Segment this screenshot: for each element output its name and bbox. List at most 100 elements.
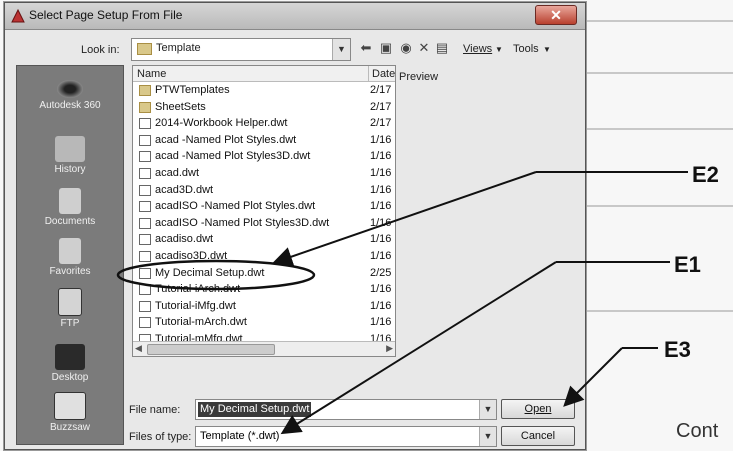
file-date: 1/16 bbox=[370, 283, 392, 296]
file-row[interactable]: acad -Named Plot Styles3D.dwt 1/16 bbox=[133, 148, 395, 165]
file-date: 2/17 bbox=[370, 100, 392, 113]
dwt-file-icon bbox=[139, 251, 151, 262]
file-date: 1/16 bbox=[370, 133, 392, 146]
file-date: 2/17 bbox=[370, 84, 392, 96]
file-name: acad.dwt bbox=[155, 167, 200, 179]
file-row[interactable]: Tutorial-iMfg.dwt 1/16 bbox=[133, 298, 395, 315]
up-folder-icon[interactable]: ▣ bbox=[377, 40, 395, 56]
dwt-file-icon bbox=[139, 267, 151, 279]
place-ftp[interactable]: FTP bbox=[17, 288, 123, 329]
tools-dropdown-arrow[interactable]: ▼ bbox=[543, 45, 551, 54]
place-label: Documents bbox=[44, 216, 96, 227]
file-type-select[interactable]: Template (*.dwt) ▼ bbox=[195, 426, 497, 447]
scroll-left-icon[interactable]: ◀ bbox=[135, 343, 142, 354]
place-autodesk-360[interactable]: Autodesk 360 bbox=[17, 80, 123, 111]
file-date: 1/16 bbox=[370, 150, 392, 163]
scroll-right-icon[interactable]: ▶ bbox=[386, 343, 393, 354]
dwt-file-icon bbox=[139, 118, 151, 130]
look-in-label: Look in: bbox=[81, 44, 120, 56]
desktop-icon bbox=[55, 344, 85, 370]
search-web-icon[interactable]: ◉ bbox=[397, 40, 415, 56]
file-list: Name Date PTWTemplates 2/17 SheetSets 2/17 2… bbox=[132, 65, 396, 357]
place-buzzsaw[interactable]: Buzzsaw bbox=[17, 392, 123, 433]
tools-menu[interactable]: Tools bbox=[513, 43, 539, 55]
file-date: 1/16 bbox=[370, 250, 392, 262]
file-name-label: File name: bbox=[129, 404, 181, 416]
place-favorites[interactable]: Favorites bbox=[17, 238, 123, 277]
look-in-dropdown[interactable]: Template ▼ bbox=[131, 38, 351, 61]
new-folder-icon[interactable]: ▤ bbox=[433, 40, 451, 56]
place-label: Autodesk 360 bbox=[39, 100, 101, 111]
dwt-file-icon bbox=[139, 134, 151, 146]
close-button[interactable]: ✕ bbox=[535, 5, 577, 25]
file-date: 1/16 bbox=[370, 183, 392, 196]
file-date: 1/16 bbox=[370, 316, 392, 329]
file-row[interactable]: PTWTemplates 2/17 bbox=[133, 82, 395, 99]
place-desktop[interactable]: Desktop bbox=[17, 344, 123, 383]
column-header-name[interactable]: Name bbox=[133, 66, 369, 82]
background-line bbox=[585, 310, 733, 312]
folder-icon bbox=[137, 43, 152, 55]
file-name-value: My Decimal Setup.dwt bbox=[198, 402, 312, 417]
file-name: acadiso3D.dwt bbox=[155, 250, 228, 262]
file-name: Tutorial-iArch.dwt bbox=[155, 283, 241, 296]
file-row[interactable]: acadiso3D.dwt 1/16 bbox=[133, 248, 395, 265]
file-date: 2/25 bbox=[370, 266, 392, 279]
dwt-file-icon bbox=[139, 300, 151, 312]
chevron-down-icon[interactable]: ▼ bbox=[479, 400, 496, 419]
file-row[interactable]: acad.dwt 1/16 bbox=[133, 165, 395, 182]
chevron-down-icon[interactable]: ▼ bbox=[479, 427, 496, 446]
views-menu[interactable]: Views bbox=[463, 43, 492, 55]
file-date: 1/16 bbox=[370, 299, 392, 312]
file-name-input[interactable]: My Decimal Setup.dwt ▼ bbox=[195, 399, 497, 420]
file-name: Tutorial-mArch.dwt bbox=[155, 316, 247, 329]
select-page-setup-dialog: Select Page Setup From File ✕ Look in: T… bbox=[4, 2, 586, 450]
horizontal-scrollbar[interactable]: ◀ ▶ bbox=[133, 341, 395, 356]
file-name: PTWTemplates bbox=[155, 84, 230, 96]
file-row[interactable]: acadISO -Named Plot Styles.dwt 1/16 bbox=[133, 198, 395, 215]
file-row[interactable]: SheetSets 2/17 bbox=[133, 99, 395, 116]
look-in-value: Template bbox=[156, 42, 201, 54]
buzzsaw-icon bbox=[54, 392, 86, 420]
file-name: acadISO -Named Plot Styles3D.dwt bbox=[155, 216, 330, 229]
background-line bbox=[585, 128, 733, 130]
file-row[interactable]: My Decimal Setup.dwt 2/25 bbox=[133, 265, 395, 282]
file-name: 2014-Workbook Helper.dwt bbox=[155, 117, 288, 130]
window-title: Select Page Setup From File bbox=[29, 8, 183, 22]
preview-pane bbox=[399, 87, 579, 355]
place-documents[interactable]: Documents bbox=[17, 188, 123, 227]
file-row[interactable]: acad -Named Plot Styles.dwt 1/16 bbox=[133, 132, 395, 149]
place-label: Desktop bbox=[51, 372, 89, 383]
column-header-date[interactable]: Date bbox=[369, 66, 395, 82]
place-label: Favorites bbox=[49, 266, 91, 277]
ftp-icon bbox=[58, 288, 82, 316]
delete-icon[interactable]: ✕ bbox=[415, 40, 433, 56]
file-row[interactable]: acadISO -Named Plot Styles3D.dwt 1/16 bbox=[133, 215, 395, 232]
scrollbar-thumb[interactable] bbox=[147, 344, 275, 355]
cancel-button[interactable]: Cancel bbox=[501, 426, 575, 446]
callout-e2: E2 bbox=[692, 162, 719, 187]
cloud-icon bbox=[57, 80, 83, 98]
dwt-file-icon bbox=[139, 184, 151, 196]
file-date: 2/17 bbox=[370, 117, 392, 130]
file-name: acad -Named Plot Styles3D.dwt bbox=[155, 150, 311, 163]
views-dropdown-arrow[interactable]: ▼ bbox=[495, 45, 503, 54]
file-row[interactable]: acad3D.dwt 1/16 bbox=[133, 182, 395, 199]
file-name: acadiso.dwt bbox=[155, 233, 214, 246]
folder-icon bbox=[139, 101, 151, 113]
file-row[interactable]: 2014-Workbook Helper.dwt 2/17 bbox=[133, 115, 395, 132]
file-row[interactable]: acadiso.dwt 1/16 bbox=[133, 231, 395, 248]
open-button[interactable]: Open bbox=[501, 399, 575, 419]
file-row[interactable]: Tutorial-mArch.dwt 1/16 bbox=[133, 314, 395, 331]
dwt-file-icon bbox=[139, 284, 151, 296]
callout-e1: E1 bbox=[674, 252, 701, 277]
background-text: Cont bbox=[676, 420, 719, 442]
background-line bbox=[585, 20, 733, 22]
file-row[interactable]: Tutorial-iArch.dwt 1/16 bbox=[133, 281, 395, 298]
file-type-label: Files of type: bbox=[129, 431, 192, 443]
back-icon[interactable]: ⬅ bbox=[357, 40, 375, 56]
file-name: acad3D.dwt bbox=[155, 183, 214, 196]
background-line bbox=[585, 72, 733, 74]
place-label: FTP bbox=[60, 318, 80, 329]
place-history[interactable]: History bbox=[17, 136, 123, 175]
